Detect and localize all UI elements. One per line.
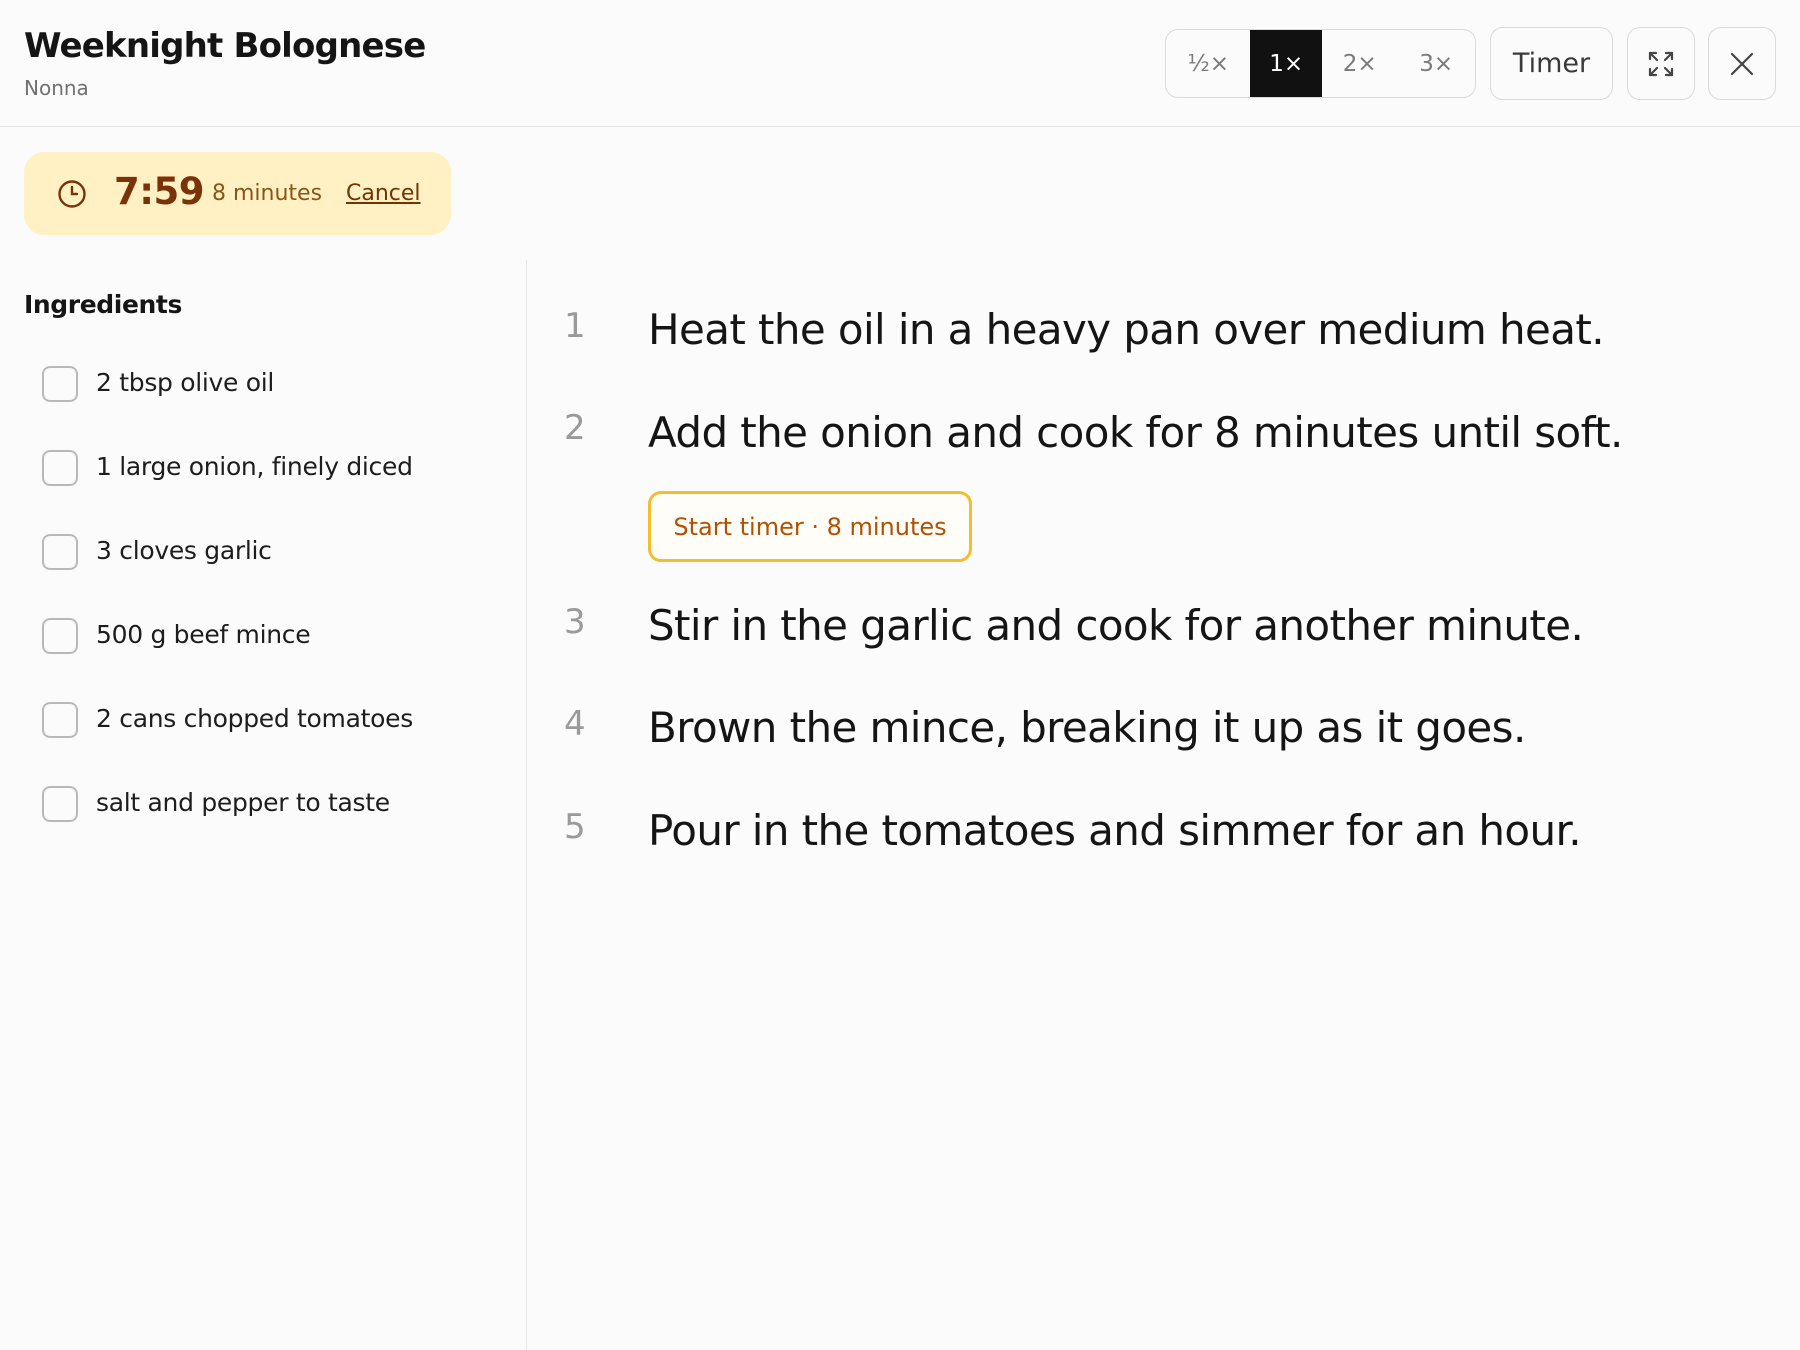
ingredient-label: 2 tbsp olive oil (96, 368, 275, 397)
step-text: Brown the mince, breaking it up as it go… (648, 703, 1526, 752)
ingredient-checkbox[interactable] (42, 534, 78, 570)
ingredient-item[interactable]: 1 large onion, finely diced (42, 448, 413, 488)
start-timer-button[interactable]: Start timer · 8 minutes (648, 491, 972, 562)
timer-remaining: 7:59 (114, 170, 205, 213)
step-number: 3 (564, 602, 586, 642)
ingredient-checkbox[interactable] (42, 786, 78, 822)
step-number: 2 (564, 408, 586, 448)
scale-3x-button[interactable]: 3× (1398, 30, 1476, 97)
scale-2x-button[interactable]: 2× (1322, 30, 1398, 97)
ingredients-title: Ingredients (24, 290, 182, 319)
ingredient-label: salt and pepper to taste (96, 788, 390, 817)
ingredient-checkbox[interactable] (42, 702, 78, 738)
ingredient-label: 2 cans chopped tomatoes (96, 704, 413, 733)
ingredient-checkbox[interactable] (42, 450, 78, 486)
header: Weeknight Bolognese Nonna ½× 1× 2× 3× Ti… (0, 0, 1800, 127)
timer-duration: 8 minutes (212, 181, 323, 206)
step-text: Add the onion and cook for 8 minutes unt… (648, 408, 1623, 457)
step-text: Stir in the garlic and cook for another … (648, 601, 1584, 650)
timer-button[interactable]: Timer (1490, 27, 1613, 100)
ingredient-label: 500 g beef mince (96, 620, 311, 649)
close-button[interactable] (1708, 27, 1776, 100)
timer-cancel-link[interactable]: Cancel (346, 181, 421, 206)
scale-1x-button[interactable]: 1× (1250, 30, 1322, 97)
column-divider (526, 260, 527, 1350)
clock-icon (58, 180, 86, 208)
ingredient-checkbox[interactable] (42, 618, 78, 654)
ingredient-label: 3 cloves garlic (96, 536, 272, 565)
ingredient-item[interactable]: 500 g beef mince (42, 616, 311, 656)
scale-half-button[interactable]: ½× (1166, 30, 1250, 97)
step-number: 4 (564, 704, 586, 744)
ingredient-item[interactable]: 3 cloves garlic (42, 532, 272, 572)
expand-icon (1648, 51, 1674, 76)
recipe-title: Weeknight Bolognese (24, 26, 426, 66)
step-text: Heat the oil in a heavy pan over medium … (648, 305, 1605, 354)
active-timer: 7:59 8 minutes Cancel (24, 152, 451, 235)
step-number: 1 (564, 306, 586, 346)
ingredient-checkbox[interactable] (42, 366, 78, 402)
recipe-author: Nonna (24, 76, 89, 100)
expand-button[interactable] (1627, 27, 1695, 100)
scale-selector: ½× 1× 2× 3× (1165, 29, 1476, 98)
ingredient-item[interactable]: salt and pepper to taste (42, 784, 390, 824)
step-text: Pour in the tomatoes and simmer for an h… (648, 806, 1582, 855)
close-icon (1730, 52, 1754, 75)
ingredient-item[interactable]: 2 tbsp olive oil (42, 364, 274, 404)
ingredient-item[interactable]: 2 cans chopped tomatoes (42, 700, 413, 740)
ingredient-label: 1 large onion, finely diced (96, 452, 413, 481)
step-number: 5 (564, 807, 586, 847)
